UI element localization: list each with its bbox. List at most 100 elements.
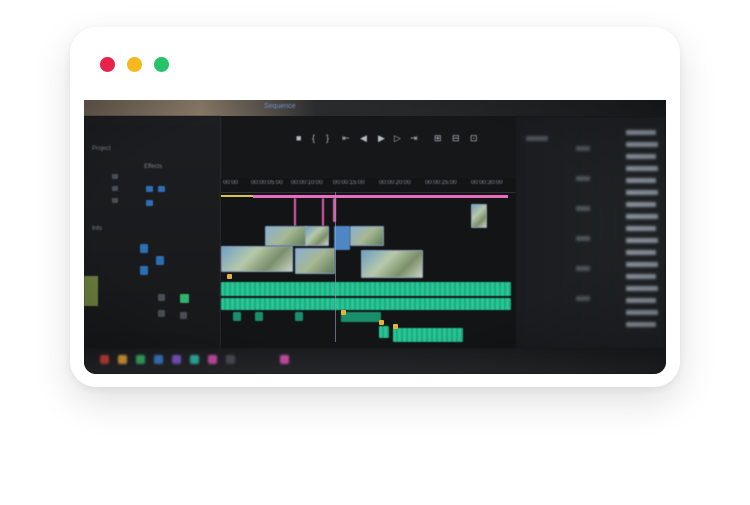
list-row[interactable] [626,166,658,171]
video-clip[interactable] [305,226,329,246]
timeline-panel[interactable]: 00:00 00:00:05:00 00:00:10:00 00:00:15:0… [221,178,516,356]
export-frame-icon[interactable]: ⊡ [470,133,478,144]
clip-marker[interactable] [341,310,346,315]
list-row[interactable] [626,298,656,303]
audio-clip-fragment[interactable] [255,312,263,321]
video-editor-photo: Sequence Project Effects Info ■ {} ⇤ ◀ … [84,100,666,374]
audio-record-icon[interactable] [180,312,187,319]
app-icon[interactable] [172,355,181,364]
minimize-window-button[interactable] [127,57,142,72]
effects-panel-label[interactable]: Effects [144,164,162,170]
video-clip[interactable] [334,226,350,250]
list-row[interactable] [626,262,658,267]
close-window-button[interactable] [100,57,115,72]
overwrite-icon[interactable]: ⊟ [452,133,460,144]
list-row[interactable] [626,130,656,135]
insert-icon[interactable]: ⊞ [434,133,442,144]
playback-controls: ■ { } ⇤ ◀ ▶ ▷ ⇥ ⊞ ⊟ ⊡ [284,133,514,147]
info-panel-label[interactable]: Info [92,226,102,232]
list-row[interactable] [626,154,656,159]
track-toggle-icon[interactable] [112,186,118,191]
track-lock-icon[interactable] [140,266,148,275]
time-ruler[interactable]: 00:00 00:00:05:00 00:00:10:00 00:00:15:0… [221,178,516,193]
track-lock-icon[interactable] [140,244,148,253]
list-row[interactable] [576,266,590,271]
list-row[interactable] [576,296,590,301]
app-icon[interactable] [154,355,163,364]
app-icon[interactable] [190,355,199,364]
stop-icon[interactable]: ■ [296,133,301,143]
list-row[interactable] [626,226,656,231]
project-panel-label[interactable]: Project [92,146,111,152]
maximize-window-button[interactable] [154,57,169,72]
video-clip[interactable] [361,250,423,278]
audio-clip-fragment[interactable] [341,312,381,322]
go-to-out-icon[interactable]: ⇥ [410,133,418,144]
app-icon[interactable] [100,355,109,364]
app-icon[interactable] [118,355,127,364]
out-point-marker[interactable] [322,198,324,226]
clip-marker[interactable] [227,274,232,279]
step-back-icon[interactable]: ◀ [360,133,367,144]
audio-clip-a2[interactable] [221,298,511,310]
audio-track-solo-icon[interactable] [180,294,189,303]
playhead[interactable] [335,192,336,342]
video-clip[interactable] [350,226,384,246]
play-icon[interactable]: ▶ [378,133,385,144]
list-row[interactable] [526,136,548,141]
app-icon[interactable] [226,355,235,364]
track-target-icon[interactable] [158,186,165,192]
list-row[interactable] [626,286,658,291]
track-toggle-icon[interactable] [112,198,118,203]
video-clip[interactable] [221,246,293,272]
list-row[interactable] [626,322,656,327]
ruler-tick: 00:00:30:00 [471,180,503,186]
app-icon[interactable] [208,355,217,364]
list-row[interactable] [626,142,658,147]
app-icon[interactable] [136,355,145,364]
video-clip[interactable] [471,204,487,228]
track-target-icon[interactable] [146,200,153,206]
list-row[interactable] [626,202,656,207]
clip-marker[interactable] [393,324,398,329]
audio-clip-a1[interactable] [221,282,511,296]
mark-in-icon[interactable]: { [312,133,315,143]
list-row[interactable] [576,206,590,211]
go-to-in-icon[interactable]: ⇤ [342,133,350,144]
sequence-tab-label[interactable]: Sequence [264,103,296,110]
list-row[interactable] [626,238,658,243]
track-toggle-icon[interactable] [112,174,118,179]
video-clip[interactable] [295,248,335,274]
list-row[interactable] [626,178,656,183]
ruler-tick: 00:00:10:00 [291,180,323,186]
list-row[interactable] [626,310,658,315]
audio-mute-icon[interactable] [158,310,165,317]
audio-clip-a3[interactable] [379,326,389,338]
list-row[interactable] [576,236,590,241]
track-target-icon[interactable] [146,186,153,192]
ruler-tick: 00:00 [223,180,239,186]
list-row[interactable] [626,214,658,219]
list-row[interactable] [576,146,590,151]
list-row[interactable] [626,250,656,255]
audio-clip-a3[interactable] [393,328,463,342]
project-panel: Project Effects Info [84,116,221,366]
app-icon[interactable] [280,355,289,364]
list-row[interactable] [576,176,590,181]
mark-out-icon[interactable]: } [326,133,329,143]
track-sync-icon[interactable] [156,256,164,265]
audio-clip-fragment[interactable] [295,312,303,321]
list-row[interactable] [626,274,656,279]
audio-mute-icon[interactable] [158,294,165,301]
audio-clip-fragment[interactable] [233,312,241,321]
step-forward-icon[interactable]: ▷ [394,133,401,144]
list-row[interactable] [626,190,658,195]
right-panel [516,116,666,366]
in-point-marker[interactable] [294,198,296,226]
video-clip[interactable] [265,226,307,246]
ruler-tick: 00:00:05:00 [251,180,283,186]
clip-marker[interactable] [379,320,384,325]
ruler-tick: 00:00:15:00 [333,180,365,186]
thumbnail-strip [84,276,98,306]
work-area-bar[interactable] [253,195,508,198]
